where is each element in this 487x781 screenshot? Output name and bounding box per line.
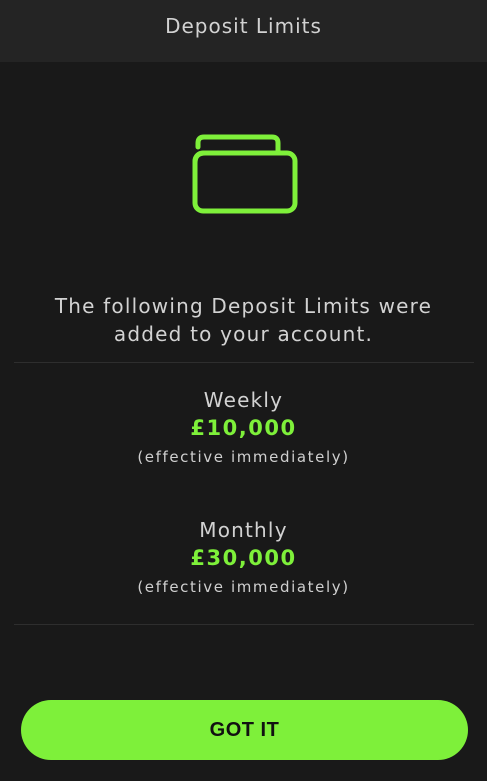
limit-effective-note: (effective immediately) (137, 448, 350, 466)
message-line-2: added to your account. (113, 322, 374, 346)
limit-amount-value: £10,000 (190, 416, 297, 440)
limit-monthly: Monthly £30,000 (effective immediately) (0, 516, 487, 602)
page-title: Deposit Limits (165, 14, 322, 38)
limit-period-label: Monthly (199, 518, 288, 542)
got-it-button[interactable]: GOT IT (21, 700, 468, 760)
limit-weekly: Weekly £10,000 (effective immediately) (0, 386, 487, 472)
confirmation-message: The following Deposit Limits were added … (0, 292, 487, 348)
message-line-1: The following Deposit Limits were (54, 294, 433, 318)
header-bar: Deposit Limits (0, 0, 487, 62)
divider-bottom (14, 624, 474, 625)
limit-amount-value: £30,000 (190, 546, 297, 570)
wallet-icon (190, 133, 300, 217)
limit-effective-note: (effective immediately) (137, 578, 350, 596)
divider-top (14, 362, 474, 363)
limit-period-label: Weekly (203, 388, 284, 412)
